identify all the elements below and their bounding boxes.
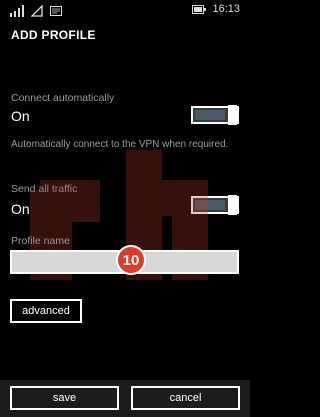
send-all-traffic-label: Send all traffic	[11, 183, 78, 195]
toggle-thumb	[228, 195, 237, 215]
advanced-button[interactable]: advanced	[10, 299, 82, 323]
wifi-icon	[31, 5, 43, 17]
cancel-button[interactable]: cancel	[131, 386, 240, 410]
save-button[interactable]: save	[10, 386, 119, 410]
signal-icon	[10, 5, 24, 17]
connect-automatically-description: Automatically connect to the VPN when re…	[11, 139, 229, 150]
page-title: ADD PROFILE	[11, 28, 96, 42]
status-bar: 16:13	[0, 0, 250, 20]
step-badge: 10	[116, 245, 146, 275]
connect-automatically-value: On	[11, 108, 30, 124]
connect-automatically-toggle[interactable]	[191, 105, 239, 125]
app-bar: save cancel	[0, 380, 250, 417]
send-all-traffic-toggle[interactable]	[191, 195, 239, 215]
toggle-track	[195, 110, 225, 120]
battery-icon	[192, 4, 207, 14]
connect-automatically-label: Connect automatically	[11, 92, 115, 104]
profile-name-label: Profile name	[11, 235, 70, 247]
send-all-traffic-value: On	[11, 201, 30, 217]
toggle-track	[195, 200, 225, 210]
status-time: 16:13	[212, 3, 240, 15]
message-icon	[50, 6, 62, 16]
toggle-thumb	[228, 105, 237, 125]
